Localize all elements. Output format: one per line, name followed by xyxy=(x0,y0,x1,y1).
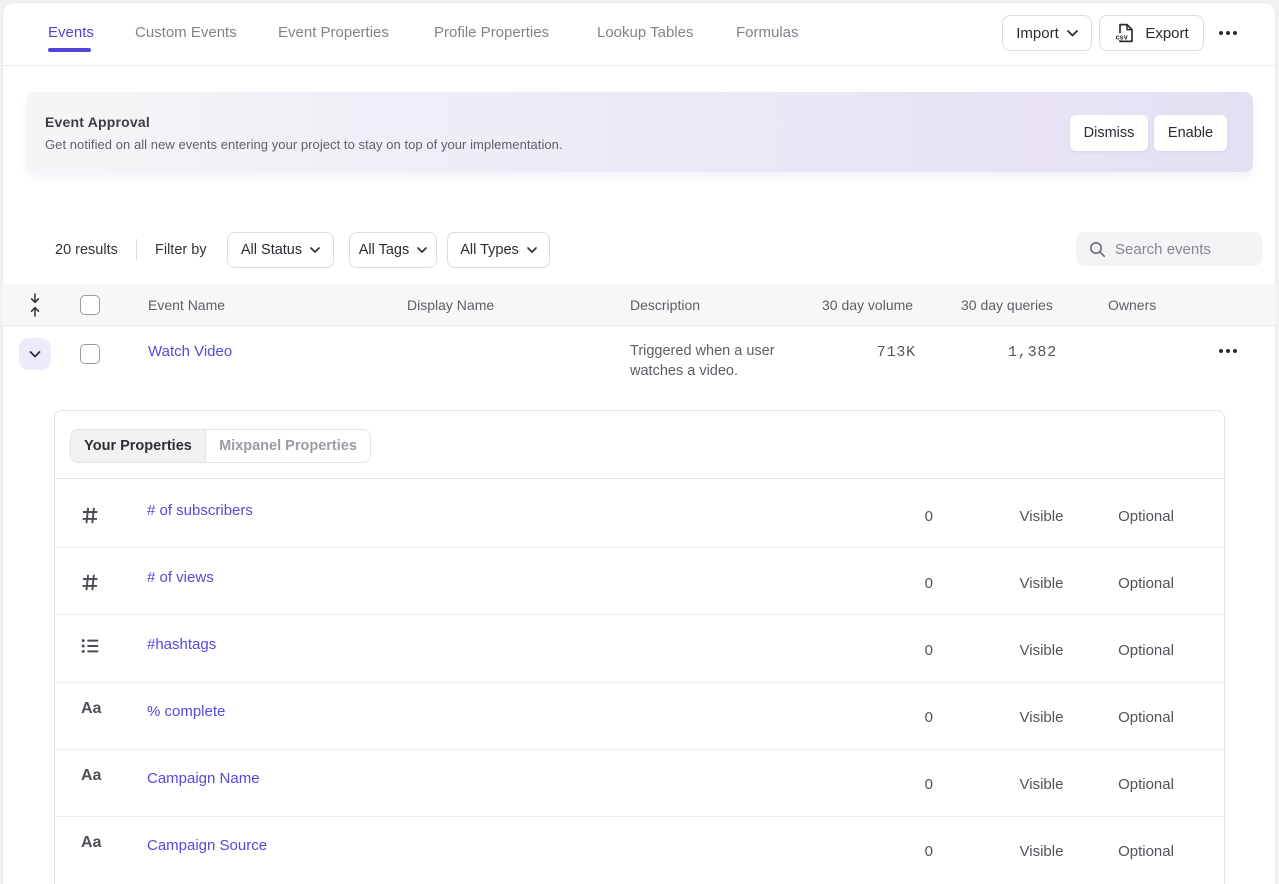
svg-text:csv: csv xyxy=(1116,34,1128,41)
